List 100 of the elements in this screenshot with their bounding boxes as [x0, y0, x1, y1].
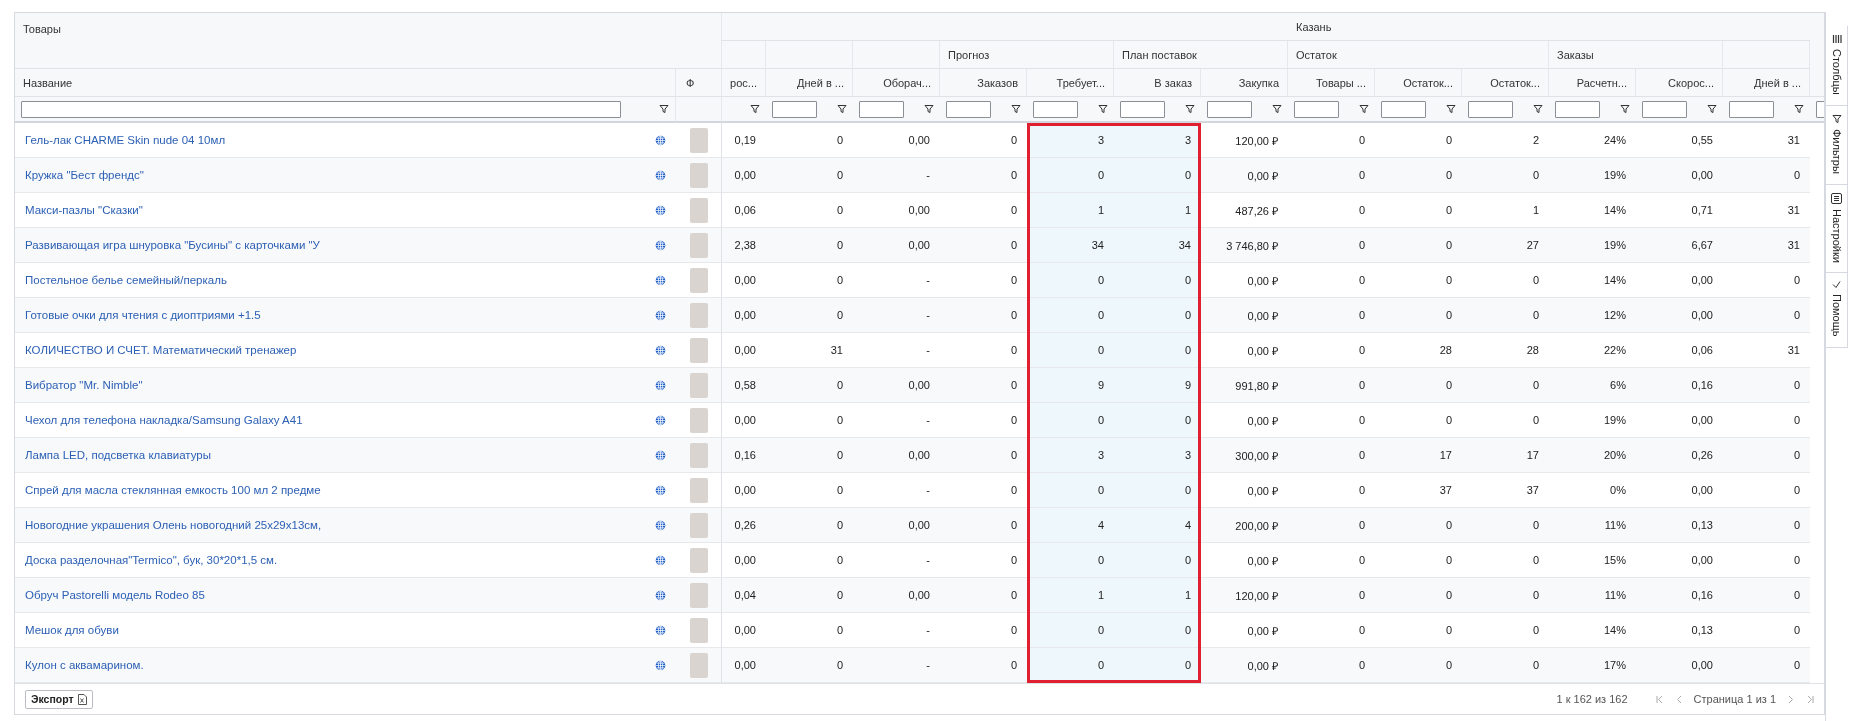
product-link[interactable]: Развивающая игра шнуровка "Бусины" с карточками "У	[25, 239, 320, 251]
product-link[interactable]: КОЛИЧЕСТВО И СЧЕТ. Математический тренажер	[25, 344, 297, 356]
product-link[interactable]: Мешок для обуви	[25, 624, 119, 636]
table-cell: 0	[1288, 508, 1375, 543]
globe-icon[interactable]	[655, 484, 666, 496]
product-link[interactable]: Чехол для телефона накладка/Samsung Galaxy A41	[25, 414, 303, 426]
globe-icon[interactable]	[655, 344, 666, 356]
table-cell: 0	[1027, 158, 1114, 193]
record-range-text: 1 к 162 из 162	[1556, 693, 1628, 705]
table-cell: 0	[1375, 228, 1462, 263]
globe-icon[interactable]	[655, 589, 666, 601]
filter-icon[interactable]	[837, 104, 847, 114]
side-tab[interactable]: Помощь	[1826, 273, 1848, 348]
panel-icon	[1831, 192, 1842, 204]
product-link[interactable]: Вибратор "Mr. Nimble"	[25, 379, 143, 391]
globe-icon[interactable]	[655, 554, 666, 566]
table-cell: 0	[1723, 368, 1810, 403]
photo-placeholder	[689, 162, 708, 188]
filter-icon[interactable]	[1359, 104, 1369, 114]
product-link[interactable]: Кружка "Бест френдс"	[25, 169, 144, 181]
column-header[interactable]: Закупка	[1238, 76, 1279, 89]
globe-icon[interactable]	[655, 659, 666, 671]
table-cell: 4	[1027, 508, 1114, 543]
table-cell: 0,26	[722, 508, 766, 543]
product-link[interactable]: Доска разделочная"Termico", бук, 30*20*1,5 см.	[25, 554, 278, 566]
column-header[interactable]: Ф	[686, 76, 695, 89]
table-cell: 0,00	[722, 298, 766, 333]
globe-icon[interactable]	[655, 204, 666, 216]
table-cell: 17	[1462, 438, 1549, 473]
filter-icon[interactable]	[1011, 104, 1021, 114]
side-tab[interactable]: Столбцы	[1826, 26, 1848, 106]
product-link[interactable]: Обруч Pastorelli модель Rodeo 85	[25, 589, 205, 601]
column-header[interactable]: Товары ...	[1315, 76, 1366, 89]
table-cell: 0,00 ₽	[1201, 298, 1288, 333]
table-cell: 0	[766, 648, 853, 683]
column-header[interactable]: Дней в ...	[797, 76, 844, 89]
table-cell: 17%	[1549, 648, 1636, 683]
group-header: Остаток	[1296, 48, 1337, 61]
filter-icon[interactable]	[1446, 104, 1456, 114]
product-link[interactable]: Спрей для масла стеклянная емкость 100 мл 2 предме	[25, 484, 321, 496]
column-header[interactable]: Расчетн...	[1576, 76, 1627, 89]
filter-icon[interactable]	[924, 104, 934, 114]
product-link[interactable]: Гель-лак CHARME Skin nude 04 10мл	[25, 134, 226, 146]
globe-icon[interactable]	[655, 519, 666, 531]
product-link[interactable]: Готовые очки для чтения с диоптриями +1.5	[25, 309, 261, 321]
column-header[interactable]: Остаток...	[1490, 76, 1540, 89]
column-header[interactable]: Оборач...	[883, 76, 931, 89]
table-cell: 6,67	[1636, 228, 1723, 263]
product-link[interactable]: Лампа LED, подсветка клавиатуры	[25, 449, 212, 461]
table-cell: 0,00	[1636, 158, 1723, 193]
column-header[interactable]: Скорос...	[1668, 76, 1714, 89]
filter-icon[interactable]	[1185, 104, 1195, 114]
product-link[interactable]: Новогодние украшения Олень новогодний 25x29x13см,	[25, 519, 322, 531]
globe-icon[interactable]	[655, 309, 666, 321]
table-cell: 1	[1114, 193, 1201, 228]
table-cell: -	[853, 298, 940, 333]
globe-icon[interactable]	[655, 134, 666, 146]
side-tab[interactable]: Фильтры	[1826, 105, 1848, 185]
group-header: Прогноз	[948, 48, 990, 61]
column-header[interactable]: Остаток...	[1403, 76, 1453, 89]
filter-icon[interactable]	[1620, 104, 1630, 114]
filter-icon[interactable]	[1533, 104, 1543, 114]
globe-icon[interactable]	[655, 274, 666, 286]
column-header[interactable]: Заказов	[977, 76, 1018, 89]
table-cell: 0	[1288, 368, 1375, 403]
product-link[interactable]: Постельное белье семейный/перкаль	[25, 274, 227, 286]
globe-icon[interactable]	[655, 169, 666, 181]
table-cell: 0,04	[722, 578, 766, 613]
globe-icon[interactable]	[655, 624, 666, 636]
column-header[interactable]: В заказ	[1154, 76, 1192, 89]
filter-icon[interactable]	[659, 104, 669, 114]
photo-placeholder	[689, 337, 708, 363]
export-button[interactable]: Экспорт	[25, 689, 93, 709]
table-cell: 0	[940, 438, 1027, 473]
side-tab[interactable]: Настройки	[1826, 184, 1848, 274]
column-header[interactable]: Дней в ...	[1754, 76, 1801, 89]
table-cell: 0,00	[853, 578, 940, 613]
table-cell: 0,00 ₽	[1201, 158, 1288, 193]
filter-icon[interactable]	[1794, 104, 1804, 114]
table-cell: 0	[1375, 298, 1462, 333]
globe-icon[interactable]	[655, 379, 666, 391]
filter-icon[interactable]	[1272, 104, 1282, 114]
column-header[interactable]: Требует...	[1056, 76, 1105, 89]
column-header[interactable]: Название	[23, 76, 73, 89]
product-link[interactable]: Макси-пазлы "Сказки"	[25, 204, 143, 216]
globe-icon[interactable]	[655, 414, 666, 426]
filter-icon[interactable]	[1707, 104, 1717, 114]
table-cell: 0,00	[1636, 648, 1723, 683]
globe-icon[interactable]	[655, 239, 666, 251]
table-cell: 0	[766, 578, 853, 613]
table-cell: 0	[940, 158, 1027, 193]
filter-icon[interactable]	[750, 104, 760, 114]
filter-icon[interactable]	[1098, 104, 1108, 114]
globe-icon[interactable]	[655, 449, 666, 461]
photo-placeholder	[689, 197, 708, 223]
product-link[interactable]: Кулон с аквамарином.	[25, 659, 144, 671]
table-cell: 0	[766, 298, 853, 333]
table-cell: 2,38	[722, 228, 766, 263]
table-cell: 300,00 ₽	[1201, 438, 1288, 473]
column-header[interactable]: рос...	[730, 76, 757, 89]
